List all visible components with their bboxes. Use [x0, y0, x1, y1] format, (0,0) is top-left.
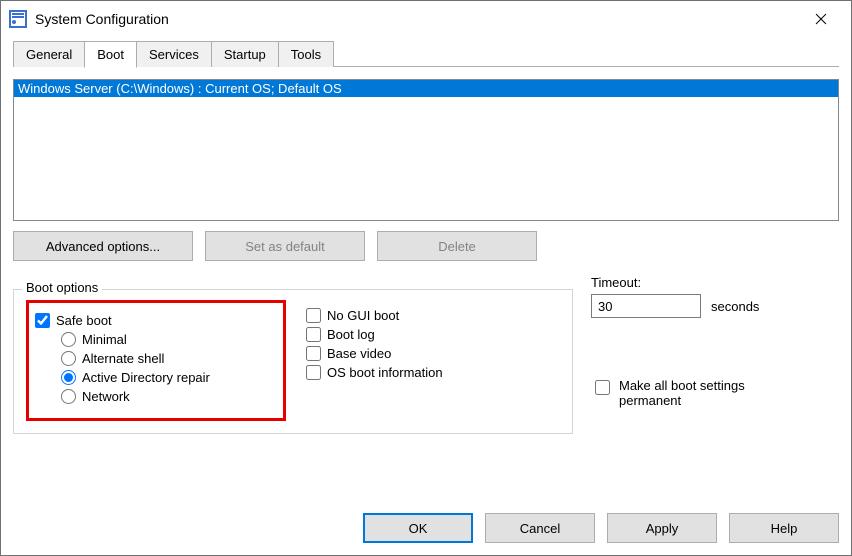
os-boot-info-label: OS boot information [327, 365, 443, 380]
safe-mode-network-label: Network [82, 389, 130, 404]
safe-mode-altshell-label: Alternate shell [82, 351, 164, 366]
base-video-label: Base video [327, 346, 391, 361]
timeout-input[interactable] [591, 294, 701, 318]
os-buttons-row: Advanced options... Set as default Delet… [13, 231, 839, 261]
close-button[interactable] [799, 4, 843, 34]
permanent-row[interactable]: Make all boot settings permanent [591, 378, 839, 408]
boot-log-label: Boot log [327, 327, 375, 342]
boot-options-legend: Boot options [22, 280, 102, 295]
cancel-button[interactable]: Cancel [485, 513, 595, 543]
tab-bar: General Boot Services Startup Tools [1, 41, 851, 67]
timeout-label: Timeout: [591, 275, 839, 290]
highlight-box: Safe boot Minimal Alternate shell [26, 300, 286, 421]
tab-general[interactable]: General [13, 41, 85, 67]
safe-mode-network-radio[interactable] [61, 389, 76, 404]
set-default-button: Set as default [205, 231, 365, 261]
safe-mode-adrepair-radio[interactable] [61, 370, 76, 385]
os-boot-info-checkbox[interactable] [306, 365, 321, 380]
help-button[interactable]: Help [729, 513, 839, 543]
boot-options-group: Boot options Safe boot Minimal [13, 289, 573, 434]
window-title: System Configuration [35, 11, 799, 27]
tab-services[interactable]: Services [136, 41, 212, 67]
no-gui-boot-checkbox[interactable] [306, 308, 321, 323]
advanced-options-button[interactable]: Advanced options... [13, 231, 193, 261]
close-icon [815, 13, 827, 25]
safe-mode-minimal-radio[interactable] [61, 332, 76, 347]
safe-boot-label: Safe boot [56, 313, 112, 328]
permanent-label: Make all boot settings permanent [619, 378, 789, 408]
apply-button[interactable]: Apply [607, 513, 717, 543]
tab-content-boot: Windows Server (C:\Windows) : Current OS… [1, 67, 851, 446]
no-gui-boot-label: No GUI boot [327, 308, 399, 323]
permanent-checkbox[interactable] [595, 380, 610, 395]
tab-tools[interactable]: Tools [278, 41, 334, 67]
timeout-unit: seconds [711, 299, 759, 314]
boot-log-checkbox[interactable] [306, 327, 321, 342]
system-configuration-window: System Configuration General Boot Servic… [0, 0, 852, 556]
msconfig-icon [9, 10, 27, 28]
safe-mode-altshell-radio[interactable] [61, 351, 76, 366]
safe-mode-minimal-label: Minimal [82, 332, 127, 347]
tab-boot[interactable]: Boot [84, 41, 137, 68]
base-video-checkbox[interactable] [306, 346, 321, 361]
ok-button[interactable]: OK [363, 513, 473, 543]
os-list-item[interactable]: Windows Server (C:\Windows) : Current OS… [14, 80, 838, 97]
titlebar: System Configuration [1, 1, 851, 37]
safe-boot-checkbox[interactable] [35, 313, 50, 328]
safe-mode-adrepair-label: Active Directory repair [82, 370, 210, 385]
dialog-footer: OK Cancel Apply Help [363, 513, 839, 543]
delete-button: Delete [377, 231, 537, 261]
tab-startup[interactable]: Startup [211, 41, 279, 67]
os-list[interactable]: Windows Server (C:\Windows) : Current OS… [13, 79, 839, 221]
timeout-column: Timeout: seconds Make all boot settings … [591, 275, 839, 434]
